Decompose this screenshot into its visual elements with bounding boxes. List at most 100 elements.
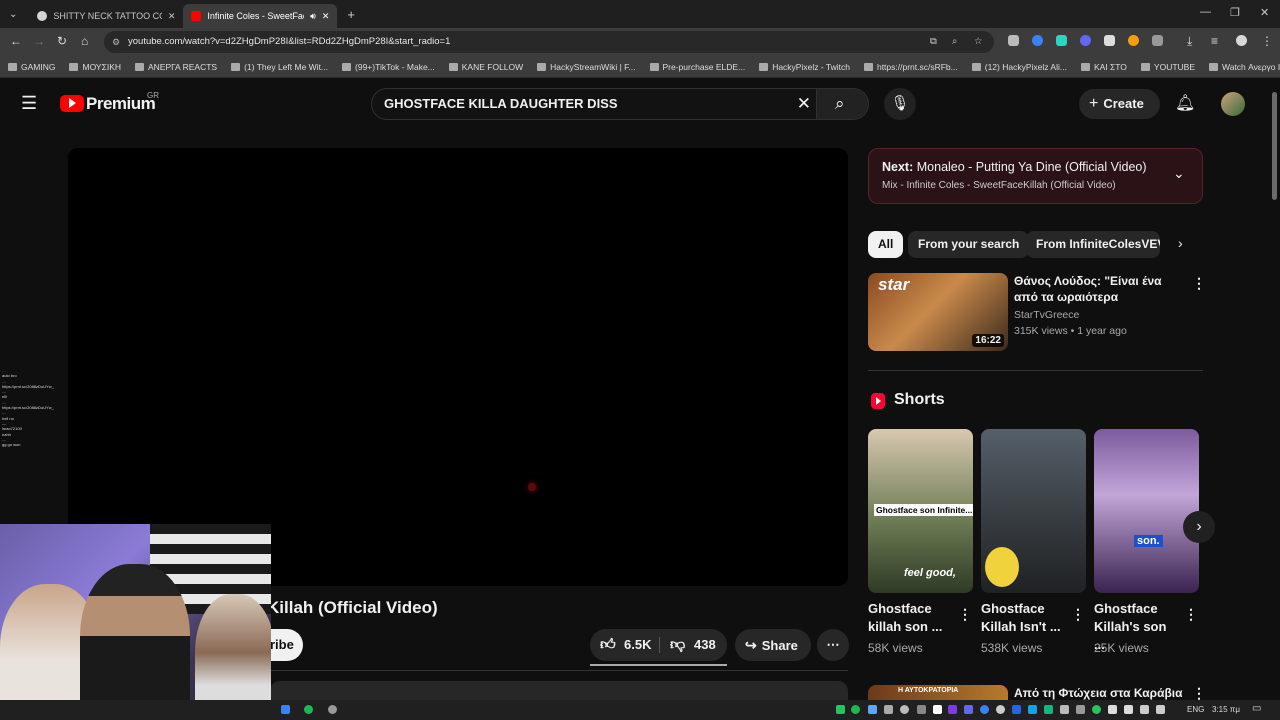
youtube-logo-icon[interactable] (60, 95, 84, 112)
language-indicator[interactable]: ENG (1187, 705, 1204, 714)
window-close-button[interactable]: ✕ (1260, 6, 1269, 19)
search-input[interactable]: GHOSTFACE KILLA DAUGHTER DISS ✕ (371, 88, 817, 120)
notifications-bell-icon[interactable]: 🔔︎ (1175, 93, 1195, 113)
chevron-right-icon[interactable]: › (1178, 235, 1183, 251)
forward-icon[interactable]: → (33, 34, 45, 48)
short-more-icon[interactable]: ⋮ (1184, 606, 1198, 623)
bookmark-item[interactable]: Pre-purchase ELDE... (650, 62, 746, 72)
tray-icon[interactable] (1076, 705, 1085, 714)
tray-icon[interactable] (933, 705, 942, 714)
create-button[interactable]: + Create (1079, 89, 1160, 119)
bookmark-item[interactable]: (99+)TikTok - Make... (342, 62, 435, 72)
tray-icon[interactable] (1108, 705, 1117, 714)
more-actions-button[interactable]: ⋯ (817, 629, 849, 661)
tray-icon[interactable] (996, 705, 1005, 714)
taskbar-app-icon[interactable] (328, 705, 337, 714)
extension-icon[interactable] (1056, 35, 1067, 46)
bookmark-item[interactable]: https://prnt.sc/sRFb... (864, 62, 958, 72)
rec-title[interactable]: Από τη Φτώχεια στα Καράβια (1014, 686, 1183, 700)
home-icon[interactable]: ⌂ (81, 34, 88, 48)
close-icon[interactable]: ✕ (322, 11, 330, 22)
bookmark-folder[interactable]: ΑΝΕΡΓΑ REACTS (135, 62, 217, 72)
voice-search-button[interactable]: 🎙︎ (884, 88, 916, 120)
bookmark-folder[interactable]: ΜΟΥΣΙΚΗ (69, 62, 121, 72)
tray-icon[interactable] (1124, 705, 1133, 714)
tray-icon[interactable] (884, 705, 893, 714)
like-count[interactable]: 6.5K (624, 629, 651, 661)
bookmark-star-icon[interactable]: ☆ (974, 31, 983, 53)
up-next-panel[interactable]: Next: Monaleo - Putting Ya Dine (Officia… (868, 148, 1203, 204)
premium-logo-text[interactable]: Premium (86, 94, 156, 114)
notification-center-icon[interactable]: ▭ (1252, 703, 1261, 714)
bookmark-item[interactable]: Watch Ανεργο Intro... (1209, 62, 1280, 72)
media-icon[interactable]: ≡ (1211, 34, 1218, 48)
tray-icon[interactable] (917, 705, 926, 714)
short-title[interactable]: Ghostface Killah Isn't ... (981, 600, 1061, 636)
video-player[interactable] (68, 148, 848, 586)
chip-from-channel[interactable]: From InfiniteColesVEVO (1026, 231, 1160, 258)
tray-icon[interactable] (980, 705, 989, 714)
menu-kebab-icon[interactable]: ⋮ (1261, 34, 1273, 48)
chevron-down-icon[interactable]: ⌄ (1173, 165, 1185, 182)
extension-icon[interactable] (1032, 35, 1043, 46)
extension-icon[interactable] (1008, 35, 1019, 46)
rec-thumbnail[interactable]: star 16:22 (868, 273, 1008, 351)
tray-icon[interactable] (1012, 705, 1021, 714)
volume-icon[interactable] (1156, 705, 1165, 714)
extension-icon[interactable] (1128, 35, 1139, 46)
bookmark-item[interactable]: HackyStreamWiki | F... (537, 62, 635, 72)
share-button[interactable]: ↪ Share (735, 629, 811, 661)
site-info-icon[interactable]: ⚙ (112, 31, 120, 53)
minimize-button[interactable]: — (1200, 6, 1211, 18)
bookmark-item[interactable]: ΚΑΙ ΣΤΟ (1081, 62, 1127, 72)
dislike-icon[interactable]: 👎︎ (670, 629, 685, 661)
tray-icon[interactable] (1028, 705, 1037, 714)
bookmark-item[interactable]: (1) They Left Me Wit... (231, 62, 328, 72)
close-icon[interactable]: ✕ (168, 11, 176, 22)
short-more-icon[interactable]: ⋮ (1071, 606, 1085, 623)
bookmark-folder[interactable]: GAMING (8, 62, 55, 72)
maximize-button[interactable]: ❐ (1230, 6, 1240, 19)
bookmark-item[interactable]: HackyPixelz - Twitch (759, 62, 850, 72)
zoom-icon[interactable]: ⌕ (952, 31, 957, 53)
download-icon[interactable]: ⤓ (1187, 34, 1192, 49)
tray-icon[interactable] (868, 705, 877, 714)
extensions-puzzle-icon[interactable] (1152, 35, 1163, 46)
bookmark-item[interactable]: (12) HackyPixelz Ali... (972, 62, 1067, 72)
extension-icon[interactable] (1080, 35, 1091, 46)
clock[interactable]: 3:15 πμ (1212, 705, 1240, 714)
tray-icon[interactable] (1044, 705, 1053, 714)
new-tab-button[interactable]: + (347, 7, 355, 22)
tray-icon[interactable] (1092, 705, 1101, 714)
tray-icon[interactable] (851, 705, 860, 714)
tab-1[interactable]: SHITTY NECK TATTOO COMPIL ✕ (29, 4, 183, 28)
like-icon[interactable]: 👍︎ (600, 629, 616, 661)
extension-icon[interactable] (1104, 35, 1115, 46)
short-more-icon[interactable]: ⋮ (958, 606, 972, 623)
profile-icon[interactable] (1236, 35, 1247, 46)
chip-from-search[interactable]: From your search (908, 231, 1030, 258)
spotify-icon[interactable] (304, 705, 313, 714)
bookmark-item[interactable]: YOUTUBE (1141, 62, 1195, 72)
reload-icon[interactable]: ↻ (57, 34, 67, 48)
dislike-count[interactable]: 438 (694, 629, 716, 661)
tray-icon[interactable] (1060, 705, 1069, 714)
short-thumbnail[interactable] (981, 429, 1086, 593)
url-field[interactable]: ⚙ youtube.com/watch?v=d2ZHgDmP28I&list=R… (104, 31, 994, 53)
rec-thumbnail[interactable]: Η ΑΥΤΟΚΡΑΤΟΡΙΑ (868, 685, 1008, 700)
shorts-next-button[interactable]: › (1183, 511, 1215, 543)
audio-icon[interactable]: 🔊︎ (310, 11, 316, 22)
rec-more-icon[interactable]: ⋮ (1192, 275, 1206, 292)
hamburger-menu-icon[interactable]: ☰ (21, 93, 37, 114)
tray-icon[interactable] (836, 705, 845, 714)
short-thumbnail[interactable]: Ghostface son Infinite... feel good, (868, 429, 973, 593)
search-button[interactable]: ⌕ (817, 88, 869, 120)
tray-icon[interactable] (900, 705, 909, 714)
tab-2[interactable]: Infinite Coles - SweetFaceK 🔊︎ ✕ (183, 4, 338, 28)
rec-title[interactable]: Θάνος Λούδος: "Είναι ένα από τα ωραιότερ… (1014, 273, 1186, 306)
install-icon[interactable]: ⧉ (930, 31, 937, 53)
chip-all[interactable]: All (868, 231, 904, 258)
taskbar-app-icon[interactable] (281, 705, 290, 714)
network-icon[interactable] (1140, 705, 1149, 714)
tab-search-icon[interactable]: ⌄ (9, 9, 17, 20)
